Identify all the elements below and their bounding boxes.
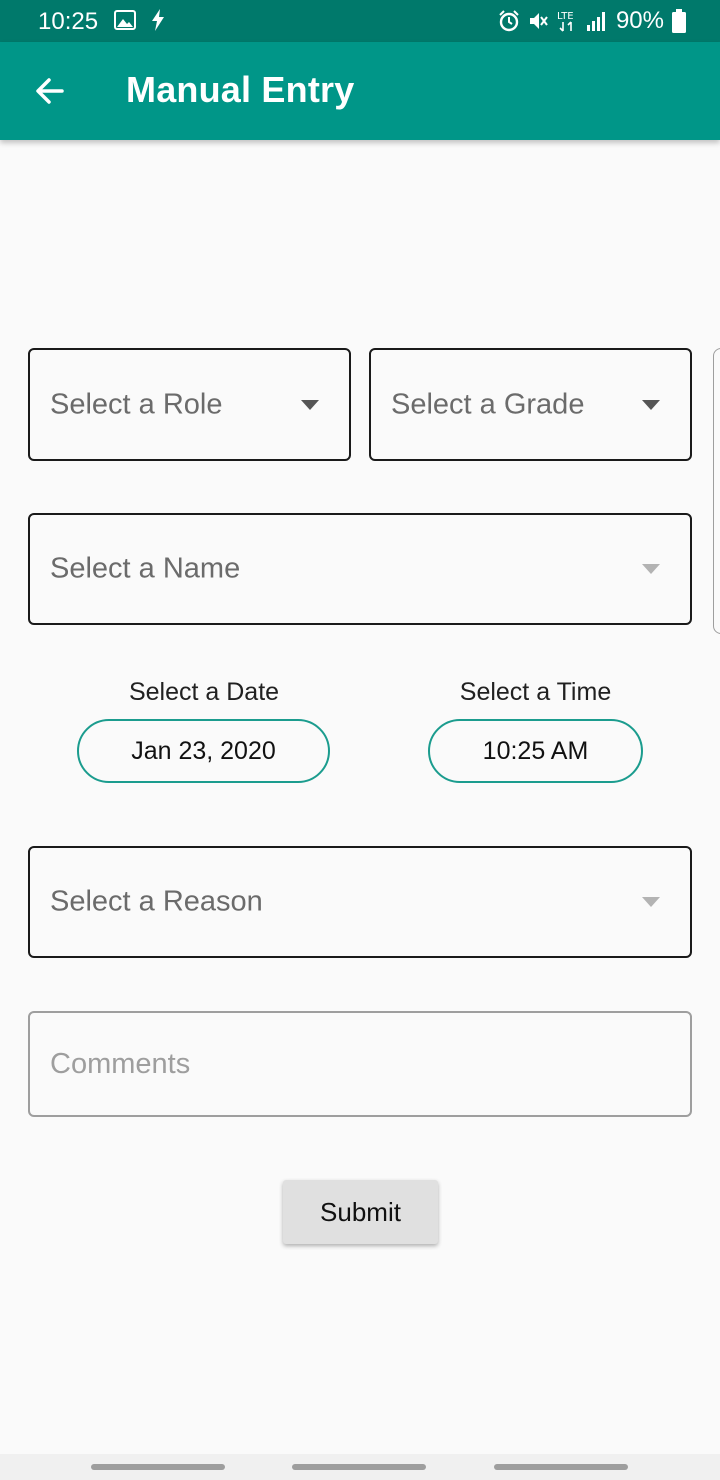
nav-home-handle[interactable] (292, 1464, 426, 1470)
time-label: Select a Time (459, 678, 612, 706)
reason-placeholder: Select a Reason (50, 885, 263, 918)
app-bar: Manual Entry (0, 42, 720, 140)
battery-icon (672, 9, 686, 33)
caret-down-icon (642, 564, 660, 574)
status-left-icons (114, 9, 166, 31)
status-bar: 10:25 LTE 90% (0, 0, 720, 42)
submit-button[interactable]: Submit (283, 1180, 438, 1244)
signal-icon (586, 12, 605, 31)
caret-down-icon (642, 897, 660, 907)
battery-percent: 90% (615, 7, 664, 34)
status-right-icons: LTE 90% (498, 7, 686, 35)
grade-dropdown[interactable]: Select a Grade (369, 348, 692, 461)
date-picker-button[interactable]: Jan 23, 2020 (77, 719, 330, 783)
arrow-left-icon (36, 78, 64, 104)
flash-icon (152, 9, 164, 31)
caret-down-icon (301, 399, 319, 410)
name-dropdown[interactable]: Select a Name (28, 513, 692, 625)
offscreen-card-edge (713, 348, 720, 634)
network-type-label: LTE (557, 11, 574, 22)
time-picker-button[interactable]: 10:25 AM (428, 719, 643, 783)
date-label: Select a Date (128, 678, 280, 706)
nav-back-handle[interactable] (494, 1464, 628, 1470)
mute-icon (529, 13, 548, 29)
date-value: Jan 23, 2020 (131, 736, 276, 765)
status-time: 10:25 (38, 8, 99, 35)
system-nav-bar (0, 1454, 720, 1480)
nav-recent-handle[interactable] (91, 1464, 225, 1470)
back-button[interactable] (26, 67, 74, 115)
time-value: 10:25 AM (482, 736, 589, 765)
image-icon (114, 10, 136, 30)
role-dropdown[interactable]: Select a Role (28, 348, 351, 461)
alarm-icon (499, 10, 519, 32)
page-title: Manual Entry (126, 69, 355, 110)
role-placeholder: Select a Role (50, 388, 223, 420)
name-placeholder: Select a Name (50, 552, 241, 585)
caret-down-icon (642, 399, 660, 410)
lte-icon: LTE (557, 11, 574, 32)
grade-placeholder: Select a Grade (391, 388, 585, 420)
reason-dropdown[interactable]: Select a Reason (28, 846, 692, 958)
comments-input[interactable] (28, 1011, 692, 1117)
